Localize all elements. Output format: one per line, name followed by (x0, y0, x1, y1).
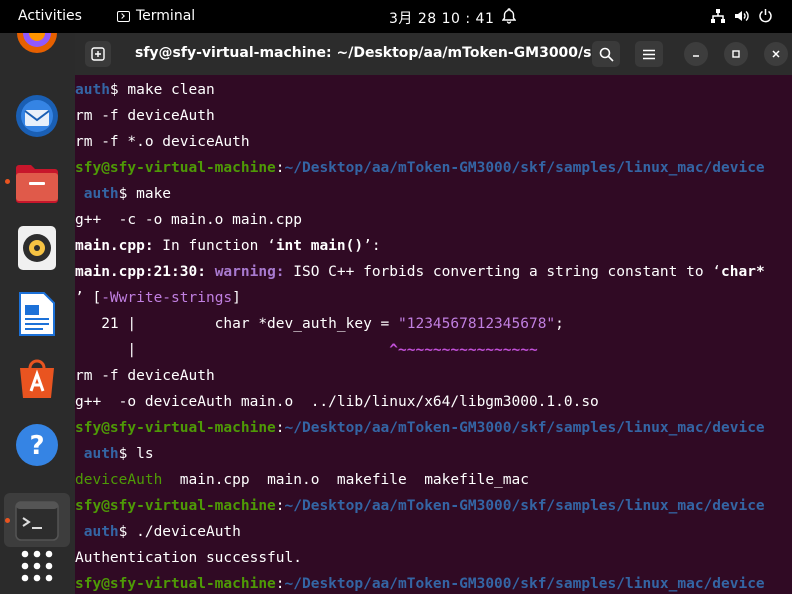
power-icon (758, 8, 773, 27)
terminal-line: g++ -c -o main.o main.cpp (75, 212, 302, 228)
prompt-path: ~/Desktop/aa/mToken-GM3000/skf/samples/l… (284, 576, 765, 592)
bell-icon[interactable] (501, 8, 517, 28)
warning-label: warning: (214, 264, 285, 280)
function-name: int main() (275, 238, 364, 254)
message-text: In function (153, 238, 268, 254)
terminal-line: auth$ make clean (75, 82, 215, 98)
prompt-path: ~/Desktop/aa/mToken-GM3000/skf/samples/l… (284, 160, 765, 176)
app-menu[interactable]: Terminal (117, 8, 195, 24)
command: make clean (118, 82, 215, 98)
prompt-user: sfy@sfy-virtual-machine (75, 420, 276, 436)
quote: ’: (363, 238, 381, 254)
string-literal: "1234567812345678" (398, 316, 556, 332)
terminal-output[interactable]: auth$ make clean rm -f deviceAuth rm -f … (75, 75, 792, 594)
menu-button[interactable] (635, 41, 663, 67)
window-title: sfy@sfy-virtual-machine: ~/Desktop/aa/mT… (135, 45, 617, 61)
terminal-app-icon[interactable] (14, 498, 60, 544)
show-apps-icon[interactable] (14, 543, 60, 589)
source-file: main.cpp: (75, 238, 154, 254)
terminal-line: rm -f deviceAuth (75, 108, 215, 124)
terminal-icon (117, 10, 130, 22)
terminal-line: | ^~~~~~~~~~~~~~~~~ (75, 337, 538, 363)
top-bar: Activities Terminal 3月 28 10 : 41 (0, 0, 792, 33)
dock: ? (0, 33, 75, 594)
app-center-icon[interactable] (14, 355, 60, 401)
code-line: 21 | char *dev_auth_key = (75, 316, 399, 332)
window-titlebar[interactable]: sfy@sfy-virtual-machine: ~/Desktop/aa/mT… (75, 33, 792, 75)
warning-flag: -Wwrite-strings (101, 290, 233, 306)
volume-icon (734, 9, 750, 27)
rhythmbox-icon[interactable] (14, 225, 60, 271)
terminal-line: g++ -o deviceAuth main.o ../lib/linux/x6… (75, 394, 599, 410)
code-line-end: ; (555, 316, 564, 332)
prompt-path: auth (75, 82, 110, 98)
terminal-line: 21 | char *dev_auth_key = "1234567812345… (75, 311, 564, 337)
terminal-line: main.cpp: In function ‘int main()’: (75, 233, 381, 259)
terminal-line: sfy@sfy-virtual-machine:~/Desktop/aa/mTo… (75, 420, 765, 436)
clock[interactable]: 3月 28 10 : 41 (389, 8, 494, 28)
minimize-button[interactable] (684, 42, 708, 66)
close-button[interactable] (764, 42, 788, 66)
help-icon[interactable]: ? (14, 422, 60, 468)
gutter: | (75, 342, 390, 358)
terminal-line: deviceAuth main.cpp main.o makefile make… (75, 467, 529, 493)
command: ./deviceAuth (127, 524, 241, 540)
terminal-line: auth$ ./deviceAuth (83, 524, 241, 540)
command: make (127, 186, 172, 202)
quote: ’ [ (75, 290, 102, 306)
app-name: Terminal (136, 8, 196, 24)
thunderbird-icon[interactable] (14, 93, 60, 139)
maximize-button[interactable] (724, 42, 748, 66)
svg-text:?: ? (29, 431, 44, 461)
terminal-line: sfy@sfy-virtual-machine:~/Desktop/aa/mTo… (75, 498, 765, 514)
prompt-user: sfy@sfy-virtual-machine (75, 576, 276, 592)
system-tray[interactable] (710, 8, 773, 27)
prompt-path: auth (83, 524, 119, 540)
terminal-line: main.cpp:21:30: warning: ISO C++ forbids… (75, 259, 765, 285)
terminal-line: sfy@sfy-virtual-machine:~/Desktop/aa/mTo… (75, 576, 765, 592)
terminal-line: auth$ ls (83, 446, 154, 462)
files-icon[interactable] (14, 159, 60, 205)
caret-underline: ^~~~~~~~~~~~~~~~~ (389, 342, 538, 358)
message-text: ISO C++ forbids converting a string cons… (284, 264, 713, 280)
bracket: ] (232, 290, 241, 306)
network-icon (710, 8, 726, 27)
prompt-path: auth (83, 446, 119, 462)
prompt-user: sfy@sfy-virtual-machine (75, 160, 276, 176)
firefox-icon[interactable] (14, 33, 60, 70)
type-name: char* (721, 264, 765, 280)
activities-button[interactable]: Activities (18, 8, 82, 24)
libreoffice-writer-icon[interactable] (14, 291, 60, 337)
command: ls (127, 446, 154, 462)
running-indicator (5, 179, 10, 184)
source-location: main.cpp:21:30: (75, 264, 206, 280)
quote: ‘ (712, 264, 722, 280)
executable-file: deviceAuth (75, 472, 163, 488)
new-tab-button[interactable] (85, 41, 111, 67)
terminal-line: rm -f *.o deviceAuth (75, 134, 250, 150)
prompt-user: sfy@sfy-virtual-machine (75, 498, 276, 514)
terminal-line: auth$ make (83, 186, 172, 202)
terminal-line: rm -f deviceAuth (75, 368, 215, 384)
prompt-path: auth (83, 186, 119, 202)
running-indicator (5, 518, 10, 523)
prompt-path: ~/Desktop/aa/mToken-GM3000/skf/samples/l… (284, 420, 765, 436)
terminal-line: ’ [-Wwrite-strings] (75, 285, 241, 311)
terminal-line: sfy@sfy-virtual-machine:~/Desktop/aa/mTo… (75, 160, 765, 176)
terminal-line: Authentication successful. (75, 550, 302, 566)
prompt-path: ~/Desktop/aa/mToken-GM3000/skf/samples/l… (284, 498, 765, 514)
search-button[interactable] (592, 41, 620, 67)
quote: ‘ (267, 238, 276, 254)
file-list: main.cpp main.o makefile makefile_mac (162, 472, 529, 488)
